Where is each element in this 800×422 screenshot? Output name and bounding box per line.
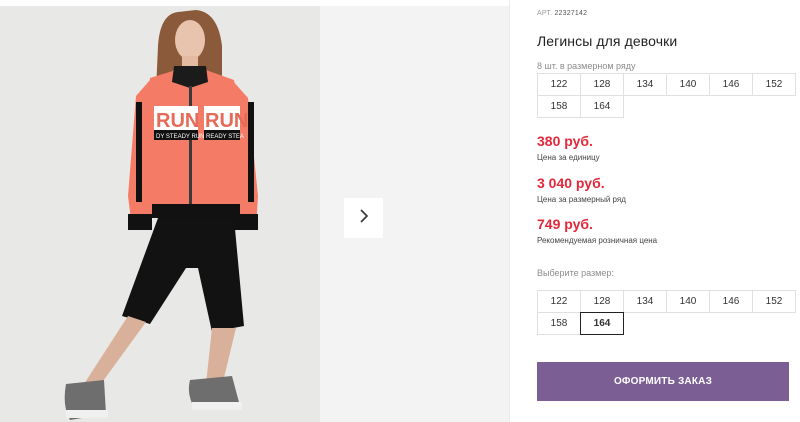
product-gallery: RUN RUN DY STEADY RUN READY STEA — [0, 0, 509, 422]
unit-price-caption: Цена за единицу — [537, 153, 600, 162]
size-row-cell: 158 — [537, 95, 581, 118]
size-row-grid: 122 128 134 140 146 152 158 164 — [537, 73, 796, 118]
place-order-button[interactable]: ОФОРМИТЬ ЗАКАЗ — [537, 362, 789, 401]
size-row-cell: 140 — [666, 73, 710, 96]
size-row-price-caption: Цена за размерный ряд — [537, 195, 626, 204]
svg-text:READY STEA: READY STEA — [206, 134, 244, 140]
svg-text:RUN: RUN — [156, 110, 199, 132]
size-option[interactable]: 134 — [623, 290, 667, 313]
size-select-grid: 122 128 134 140 146 152 158 164 — [537, 290, 796, 335]
size-row-cell: 122 — [537, 73, 581, 96]
size-option[interactable]: 140 — [666, 290, 710, 313]
product-title: Легинсы для девочки — [537, 33, 678, 49]
size-row-cell: 146 — [709, 73, 753, 96]
size-row-cell: 128 — [580, 73, 624, 96]
size-option[interactable]: 146 — [709, 290, 753, 313]
next-image-button[interactable] — [344, 198, 383, 238]
unit-price: 380 руб. — [537, 133, 593, 149]
size-row-label: 8 шт. в размерном ряду — [537, 61, 636, 71]
panel-divider — [509, 0, 510, 422]
size-row-cell: 164 — [580, 95, 624, 118]
size-option[interactable]: 122 — [537, 290, 581, 313]
chevron-right-icon — [358, 208, 370, 229]
size-option-selected[interactable]: 164 — [580, 312, 624, 335]
size-row-price: 3 040 руб. — [537, 175, 605, 191]
size-option[interactable]: 158 — [537, 312, 581, 335]
sku-value: 22327142 — [554, 10, 588, 17]
svg-text:DY STEADY RUN: DY STEADY RUN — [156, 134, 204, 140]
retail-price-caption: Рекомендуемая розничная цена — [537, 236, 658, 245]
product-photo[interactable]: RUN RUN DY STEADY RUN READY STEA — [0, 6, 320, 422]
size-option[interactable]: 152 — [752, 290, 796, 313]
retail-price: 749 руб. — [537, 216, 593, 232]
size-option[interactable]: 128 — [580, 290, 624, 313]
product-photo-illustration: RUN RUN DY STEADY RUN READY STEA — [0, 6, 320, 422]
sku-line: АРТ. 22327142 — [537, 10, 587, 17]
size-row-cell: 152 — [752, 73, 796, 96]
size-row-cell: 134 — [623, 73, 667, 96]
select-size-label: Выберите размер: — [537, 268, 614, 278]
svg-text:RUN: RUN — [205, 110, 248, 132]
sku-label: АРТ. — [537, 10, 553, 17]
